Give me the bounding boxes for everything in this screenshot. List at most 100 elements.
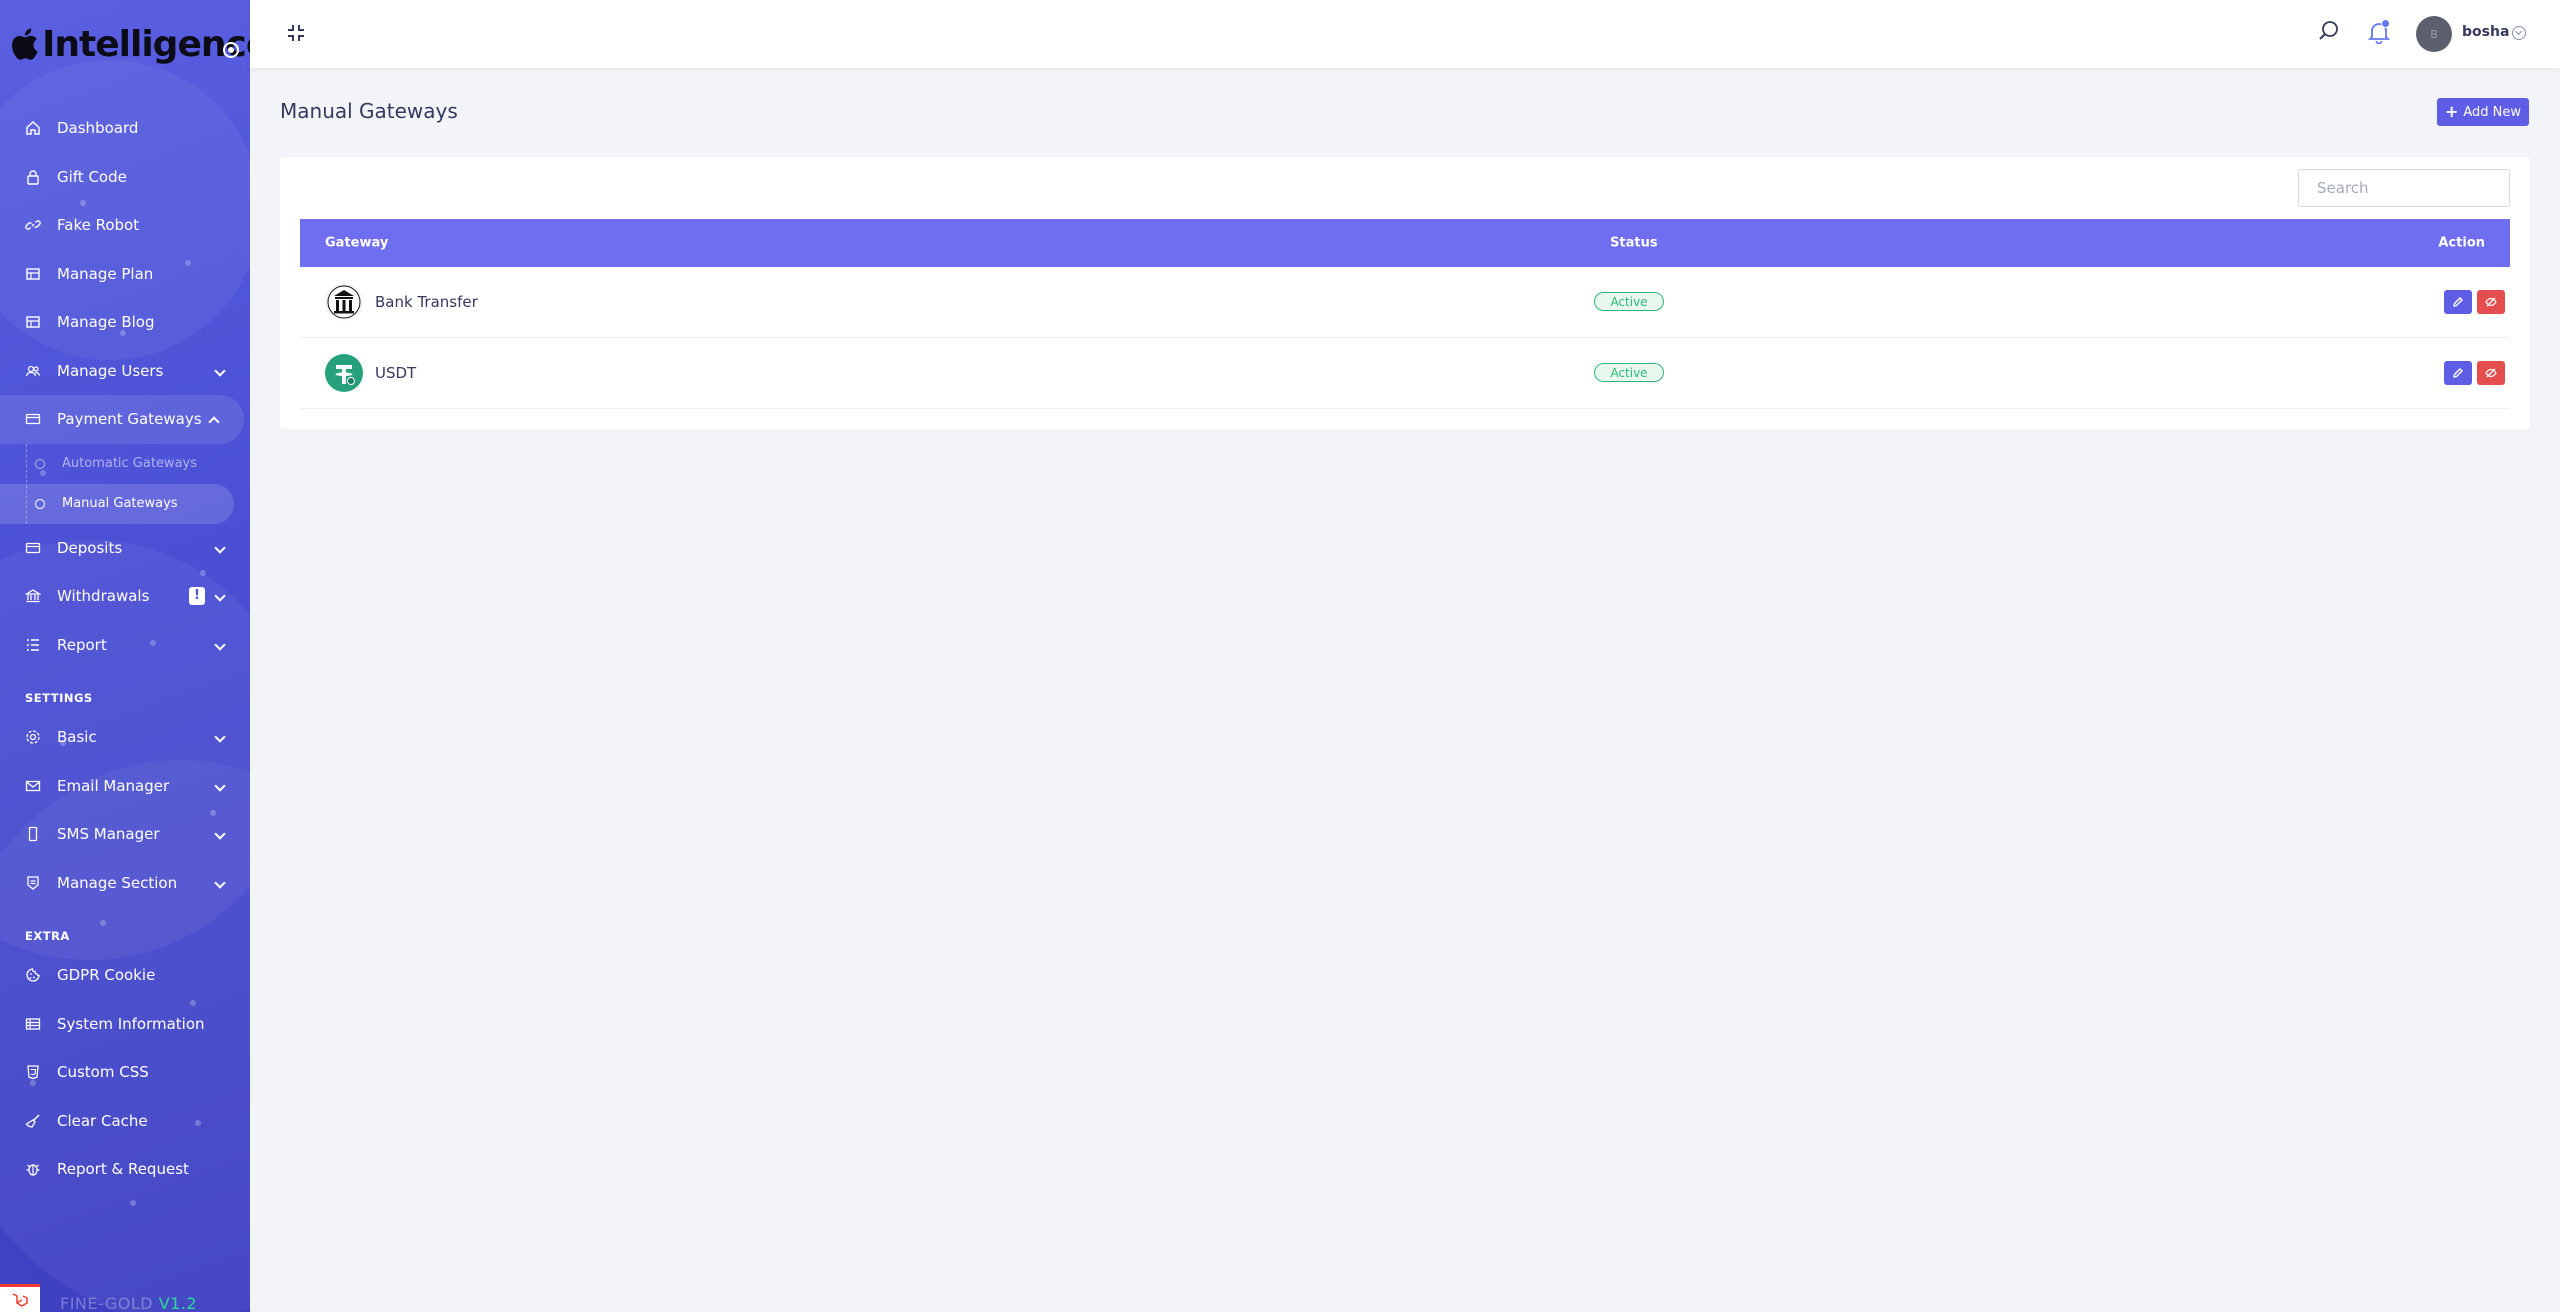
users-icon	[25, 363, 41, 379]
sidebar-nav: Dashboard Gift Code Fake Robot Manage Pl…	[0, 104, 250, 1194]
version-name: FINE-GOLD	[60, 1294, 154, 1312]
lock-icon	[25, 169, 41, 185]
sidebar-item-withdrawals[interactable]: Withdrawals !	[0, 572, 250, 621]
sidebar-item-label: GDPR Cookie	[57, 966, 156, 985]
sidebar-item-custom-css[interactable]: Custom CSS	[0, 1048, 250, 1097]
disable-button[interactable]	[2477, 290, 2505, 314]
chevron-down-icon[interactable]	[2512, 26, 2526, 40]
tether-logo	[325, 354, 363, 392]
sidebar-item-label: Manage Users	[57, 361, 164, 380]
css-icon	[25, 1064, 41, 1080]
chevron-down-icon	[214, 590, 226, 602]
phone-icon	[25, 826, 41, 842]
sidebar-item-fake-robot[interactable]: Fake Robot	[0, 201, 250, 250]
sidebar-item-label: Email Manager	[57, 776, 170, 795]
chevron-down-icon	[214, 877, 226, 889]
sidebar: Intelligence Dashboard Gift Code Fake Ro…	[0, 0, 250, 1312]
sidebar-item-manage-plan[interactable]: Manage Plan	[0, 250, 250, 299]
plus-icon: +	[2444, 102, 2459, 121]
list-icon	[25, 637, 41, 653]
sidebar-toggle[interactable]	[223, 42, 239, 58]
apple-icon	[11, 28, 38, 60]
eye-slash-icon	[2485, 368, 2497, 378]
mail-icon	[25, 778, 41, 794]
collapse-icon[interactable]	[286, 23, 306, 43]
avatar[interactable]: B	[2416, 16, 2452, 52]
add-new-label: Add New	[2463, 104, 2522, 120]
table-row: Bank Transfer Active	[300, 267, 2510, 338]
notification-dot	[2381, 19, 2390, 28]
version-number: V1.2	[158, 1294, 198, 1312]
sidebar-item-system-information[interactable]: System Information	[0, 1000, 250, 1049]
sidebar-item-gdpr-cookie[interactable]: GDPR Cookie	[0, 951, 250, 1000]
disable-button[interactable]	[2477, 361, 2505, 385]
gear-icon	[25, 729, 41, 745]
search-input[interactable]	[2298, 169, 2510, 207]
sidebar-subitem-automatic-gateways[interactable]: Automatic Gateways	[0, 444, 250, 484]
circle-icon	[35, 498, 45, 509]
sidebar-item-label: Manage Plan	[57, 264, 154, 283]
payment-gateways-submenu: Automatic Gateways Manual Gateways	[0, 443, 250, 524]
shield-icon	[25, 875, 41, 891]
add-new-button[interactable]: + Add New	[2437, 98, 2529, 126]
credit-card-icon	[25, 411, 41, 427]
sidebar-item-basic[interactable]: Basic	[0, 713, 250, 762]
sidebar-item-clear-cache[interactable]: Clear Cache	[0, 1097, 250, 1146]
sidebar-subitem-manual-gateways[interactable]: Manual Gateways	[0, 483, 234, 524]
status-badge: Active	[1594, 363, 1664, 382]
link-icon	[25, 217, 41, 233]
eye-slash-icon	[2485, 297, 2497, 307]
bug-icon	[25, 1161, 41, 1177]
home-icon	[25, 120, 41, 136]
column-gateway: Gateway	[325, 235, 389, 251]
sidebar-item-payment-gateways[interactable]: Payment Gateways	[0, 395, 244, 444]
username[interactable]: bosha	[2462, 24, 2509, 40]
sidebar-item-label: Manage Section	[57, 873, 178, 892]
sidebar-item-report[interactable]: Report	[0, 621, 250, 670]
search-icon[interactable]	[2318, 20, 2340, 42]
table-header: Gateway Status Action	[300, 219, 2510, 267]
sidebar-subitem-label: Automatic Gateways	[62, 456, 198, 471]
sidebar-item-label: Report & Request	[57, 1160, 189, 1179]
bank-logo	[325, 283, 363, 321]
sidebar-item-manage-section[interactable]: Manage Section	[0, 859, 250, 908]
chevron-down-icon	[214, 365, 226, 377]
sidebar-item-label: Manage Blog	[57, 313, 155, 332]
gateways-card: Gateway Status Action Bank Transfer Acti…	[280, 157, 2530, 429]
pencil-icon	[2453, 368, 2463, 378]
bank-icon	[25, 588, 41, 604]
sidebar-item-manage-users[interactable]: Manage Users	[0, 347, 250, 396]
sidebar-item-report-request[interactable]: Report & Request	[0, 1145, 250, 1194]
page-title: Manual Gateways	[280, 99, 458, 123]
column-status: Status	[1610, 235, 1658, 251]
brand-logo[interactable]: Intelligence	[11, 22, 250, 66]
sidebar-item-email-manager[interactable]: Email Manager	[0, 762, 250, 811]
credit-card-icon	[25, 540, 41, 556]
sidebar-item-label: Basic	[57, 728, 97, 747]
alert-badge: !	[189, 587, 205, 606]
cookie-icon	[25, 967, 41, 983]
circle-icon	[35, 458, 45, 469]
sidebar-item-dashboard[interactable]: Dashboard	[0, 104, 250, 153]
server-icon	[25, 1016, 41, 1032]
sidebar-item-gift-code[interactable]: Gift Code	[0, 153, 250, 202]
laravel-debugbar-icon[interactable]	[0, 1284, 40, 1312]
sidebar-item-label: Withdrawals	[57, 587, 150, 606]
layers-icon	[25, 266, 41, 282]
top-header: B bosha	[250, 0, 2560, 68]
chevron-up-icon	[208, 416, 220, 428]
sidebar-item-deposits[interactable]: Deposits	[0, 524, 250, 573]
bell-icon[interactable]	[2367, 19, 2391, 45]
sidebar-item-manage-blog[interactable]: Manage Blog	[0, 298, 250, 347]
table-row: USDT Active	[300, 338, 2510, 409]
sidebar-item-label: Gift Code	[57, 167, 127, 186]
column-action: Action	[2438, 235, 2485, 251]
sidebar-item-sms-manager[interactable]: SMS Manager	[0, 810, 250, 859]
sidebar-item-label: Payment Gateways	[57, 410, 202, 429]
sidebar-item-label: SMS Manager	[57, 825, 160, 844]
edit-button[interactable]	[2444, 290, 2472, 314]
gateway-name: Bank Transfer	[375, 293, 478, 311]
extra-heading: EXTRA	[25, 929, 70, 943]
chevron-down-icon	[214, 542, 226, 554]
edit-button[interactable]	[2444, 361, 2472, 385]
